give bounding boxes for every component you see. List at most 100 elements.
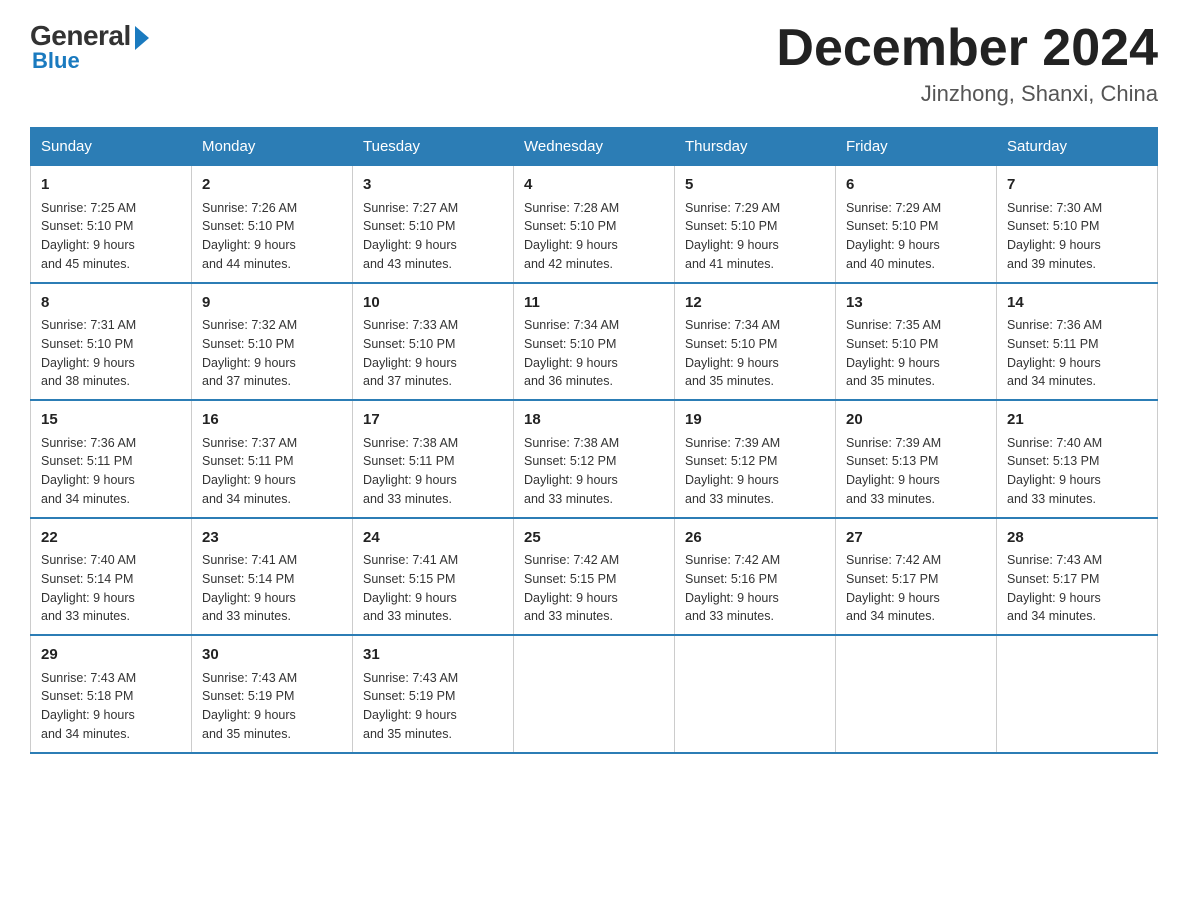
calendar-cell: 15Sunrise: 7:36 AMSunset: 5:11 PMDayligh…: [31, 400, 192, 518]
day-number: 25: [524, 527, 664, 550]
calendar-cell: 18Sunrise: 7:38 AMSunset: 5:12 PMDayligh…: [514, 400, 675, 518]
day-info: Sunrise: 7:31 AMSunset: 5:10 PMDaylight:…: [41, 316, 181, 391]
calendar-cell: 28Sunrise: 7:43 AMSunset: 5:17 PMDayligh…: [997, 518, 1158, 636]
day-info: Sunrise: 7:40 AMSunset: 5:14 PMDaylight:…: [41, 551, 181, 626]
calendar-cell: 16Sunrise: 7:37 AMSunset: 5:11 PMDayligh…: [192, 400, 353, 518]
calendar-week-row: 29Sunrise: 7:43 AMSunset: 5:18 PMDayligh…: [31, 635, 1158, 753]
calendar-cell: 9Sunrise: 7:32 AMSunset: 5:10 PMDaylight…: [192, 283, 353, 401]
day-number: 14: [1007, 292, 1147, 315]
calendar-cell: [514, 635, 675, 753]
calendar-cell: 25Sunrise: 7:42 AMSunset: 5:15 PMDayligh…: [514, 518, 675, 636]
header-friday: Friday: [836, 128, 997, 166]
day-info: Sunrise: 7:34 AMSunset: 5:10 PMDaylight:…: [685, 316, 825, 391]
day-info: Sunrise: 7:25 AMSunset: 5:10 PMDaylight:…: [41, 199, 181, 274]
day-info: Sunrise: 7:42 AMSunset: 5:15 PMDaylight:…: [524, 551, 664, 626]
calendar-week-row: 22Sunrise: 7:40 AMSunset: 5:14 PMDayligh…: [31, 518, 1158, 636]
day-number: 26: [685, 527, 825, 550]
title-section: December 2024 Jinzhong, Shanxi, China: [776, 20, 1158, 107]
calendar-cell: [836, 635, 997, 753]
calendar-cell: 4Sunrise: 7:28 AMSunset: 5:10 PMDaylight…: [514, 166, 675, 283]
day-number: 5: [685, 174, 825, 197]
calendar-cell: 31Sunrise: 7:43 AMSunset: 5:19 PMDayligh…: [353, 635, 514, 753]
day-info: Sunrise: 7:26 AMSunset: 5:10 PMDaylight:…: [202, 199, 342, 274]
calendar-cell: 5Sunrise: 7:29 AMSunset: 5:10 PMDaylight…: [675, 166, 836, 283]
day-info: Sunrise: 7:35 AMSunset: 5:10 PMDaylight:…: [846, 316, 986, 391]
day-info: Sunrise: 7:42 AMSunset: 5:17 PMDaylight:…: [846, 551, 986, 626]
day-info: Sunrise: 7:41 AMSunset: 5:15 PMDaylight:…: [363, 551, 503, 626]
calendar-cell: 1Sunrise: 7:25 AMSunset: 5:10 PMDaylight…: [31, 166, 192, 283]
day-number: 10: [363, 292, 503, 315]
day-info: Sunrise: 7:43 AMSunset: 5:18 PMDaylight:…: [41, 669, 181, 744]
calendar-cell: 8Sunrise: 7:31 AMSunset: 5:10 PMDaylight…: [31, 283, 192, 401]
header-wednesday: Wednesday: [514, 128, 675, 166]
day-number: 6: [846, 174, 986, 197]
day-number: 27: [846, 527, 986, 550]
day-info: Sunrise: 7:41 AMSunset: 5:14 PMDaylight:…: [202, 551, 342, 626]
calendar-cell: 2Sunrise: 7:26 AMSunset: 5:10 PMDaylight…: [192, 166, 353, 283]
calendar-cell: 20Sunrise: 7:39 AMSunset: 5:13 PMDayligh…: [836, 400, 997, 518]
calendar-cell: 3Sunrise: 7:27 AMSunset: 5:10 PMDaylight…: [353, 166, 514, 283]
calendar-cell: 13Sunrise: 7:35 AMSunset: 5:10 PMDayligh…: [836, 283, 997, 401]
day-info: Sunrise: 7:36 AMSunset: 5:11 PMDaylight:…: [1007, 316, 1147, 391]
calendar-cell: [997, 635, 1158, 753]
day-number: 13: [846, 292, 986, 315]
calendar-cell: 29Sunrise: 7:43 AMSunset: 5:18 PMDayligh…: [31, 635, 192, 753]
header-tuesday: Tuesday: [353, 128, 514, 166]
day-info: Sunrise: 7:43 AMSunset: 5:19 PMDaylight:…: [202, 669, 342, 744]
day-number: 16: [202, 409, 342, 432]
day-info: Sunrise: 7:34 AMSunset: 5:10 PMDaylight:…: [524, 316, 664, 391]
day-info: Sunrise: 7:28 AMSunset: 5:10 PMDaylight:…: [524, 199, 664, 274]
day-info: Sunrise: 7:38 AMSunset: 5:12 PMDaylight:…: [524, 434, 664, 509]
calendar-cell: 22Sunrise: 7:40 AMSunset: 5:14 PMDayligh…: [31, 518, 192, 636]
day-number: 23: [202, 527, 342, 550]
calendar-cell: 19Sunrise: 7:39 AMSunset: 5:12 PMDayligh…: [675, 400, 836, 518]
calendar-cell: 12Sunrise: 7:34 AMSunset: 5:10 PMDayligh…: [675, 283, 836, 401]
day-number: 8: [41, 292, 181, 315]
calendar-cell: 10Sunrise: 7:33 AMSunset: 5:10 PMDayligh…: [353, 283, 514, 401]
calendar-cell: 26Sunrise: 7:42 AMSunset: 5:16 PMDayligh…: [675, 518, 836, 636]
day-number: 19: [685, 409, 825, 432]
day-info: Sunrise: 7:30 AMSunset: 5:10 PMDaylight:…: [1007, 199, 1147, 274]
day-number: 28: [1007, 527, 1147, 550]
calendar-cell: 27Sunrise: 7:42 AMSunset: 5:17 PMDayligh…: [836, 518, 997, 636]
day-number: 21: [1007, 409, 1147, 432]
logo: General Blue: [30, 20, 149, 74]
day-info: Sunrise: 7:39 AMSunset: 5:12 PMDaylight:…: [685, 434, 825, 509]
calendar-table: SundayMondayTuesdayWednesdayThursdayFrid…: [30, 127, 1158, 754]
calendar-cell: 23Sunrise: 7:41 AMSunset: 5:14 PMDayligh…: [192, 518, 353, 636]
calendar-week-row: 15Sunrise: 7:36 AMSunset: 5:11 PMDayligh…: [31, 400, 1158, 518]
day-number: 7: [1007, 174, 1147, 197]
calendar-header-row: SundayMondayTuesdayWednesdayThursdayFrid…: [31, 128, 1158, 166]
day-info: Sunrise: 7:40 AMSunset: 5:13 PMDaylight:…: [1007, 434, 1147, 509]
day-info: Sunrise: 7:33 AMSunset: 5:10 PMDaylight:…: [363, 316, 503, 391]
calendar-cell: [675, 635, 836, 753]
calendar-cell: 24Sunrise: 7:41 AMSunset: 5:15 PMDayligh…: [353, 518, 514, 636]
day-info: Sunrise: 7:27 AMSunset: 5:10 PMDaylight:…: [363, 199, 503, 274]
day-number: 11: [524, 292, 664, 315]
day-info: Sunrise: 7:38 AMSunset: 5:11 PMDaylight:…: [363, 434, 503, 509]
day-info: Sunrise: 7:43 AMSunset: 5:19 PMDaylight:…: [363, 669, 503, 744]
day-info: Sunrise: 7:29 AMSunset: 5:10 PMDaylight:…: [846, 199, 986, 274]
day-number: 29: [41, 644, 181, 667]
calendar-cell: 7Sunrise: 7:30 AMSunset: 5:10 PMDaylight…: [997, 166, 1158, 283]
calendar-week-row: 1Sunrise: 7:25 AMSunset: 5:10 PMDaylight…: [31, 166, 1158, 283]
logo-arrow-icon: [135, 26, 149, 50]
day-number: 12: [685, 292, 825, 315]
day-number: 22: [41, 527, 181, 550]
calendar-week-row: 8Sunrise: 7:31 AMSunset: 5:10 PMDaylight…: [31, 283, 1158, 401]
day-number: 18: [524, 409, 664, 432]
calendar-cell: 14Sunrise: 7:36 AMSunset: 5:11 PMDayligh…: [997, 283, 1158, 401]
day-info: Sunrise: 7:43 AMSunset: 5:17 PMDaylight:…: [1007, 551, 1147, 626]
day-info: Sunrise: 7:29 AMSunset: 5:10 PMDaylight:…: [685, 199, 825, 274]
day-info: Sunrise: 7:32 AMSunset: 5:10 PMDaylight:…: [202, 316, 342, 391]
page-header: General Blue December 2024 Jinzhong, Sha…: [30, 20, 1158, 107]
header-monday: Monday: [192, 128, 353, 166]
logo-blue-text: Blue: [32, 48, 80, 74]
calendar-title: December 2024: [776, 20, 1158, 77]
calendar-cell: 30Sunrise: 7:43 AMSunset: 5:19 PMDayligh…: [192, 635, 353, 753]
day-number: 2: [202, 174, 342, 197]
day-number: 31: [363, 644, 503, 667]
day-info: Sunrise: 7:39 AMSunset: 5:13 PMDaylight:…: [846, 434, 986, 509]
calendar-cell: 6Sunrise: 7:29 AMSunset: 5:10 PMDaylight…: [836, 166, 997, 283]
day-number: 17: [363, 409, 503, 432]
